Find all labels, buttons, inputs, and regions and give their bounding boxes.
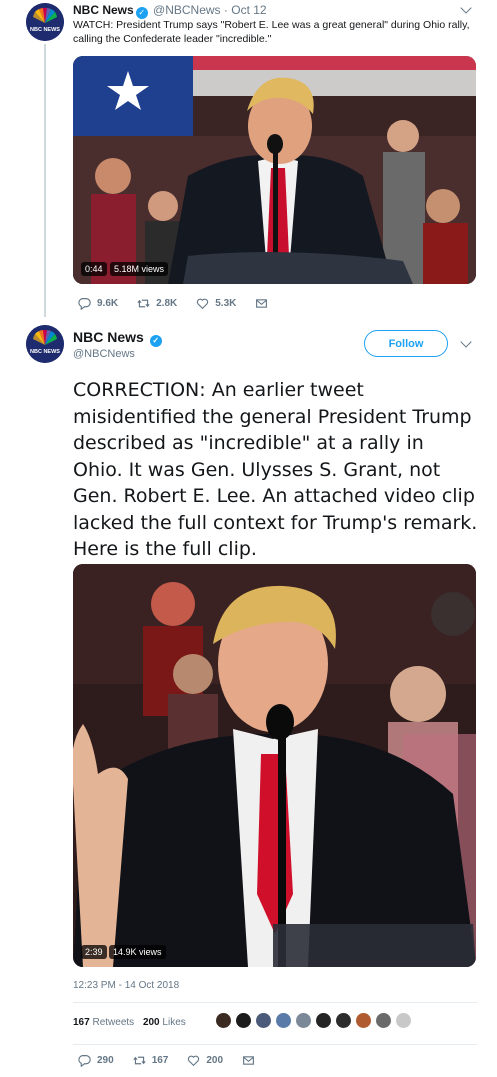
reply-icon bbox=[78, 1055, 91, 1067]
liker-avatar[interactable] bbox=[255, 1012, 272, 1029]
tweet-actions: 9.6K 2.8K 5.3K bbox=[78, 297, 293, 310]
liker-avatar[interactable] bbox=[235, 1012, 252, 1029]
tweet-date[interactable]: · Oct 12 bbox=[224, 3, 267, 17]
retweet-button[interactable]: 2.8K bbox=[137, 297, 177, 310]
video-duration: 2:39 bbox=[81, 945, 107, 959]
reply-button[interactable]: 9.6K bbox=[78, 297, 118, 310]
retweet-icon bbox=[133, 1056, 146, 1065]
video-views: 14.9K views bbox=[109, 945, 166, 959]
chevron-down-icon[interactable] bbox=[460, 2, 472, 14]
follow-button[interactable]: Follow bbox=[364, 330, 448, 357]
nbc-peacock-logo bbox=[26, 3, 64, 41]
engagement-stats: 167 Retweets 200 Likes bbox=[73, 1017, 186, 1028]
tweet-header: NBC News ✓ @NBCNews · Oct 12 bbox=[73, 3, 267, 19]
video-player[interactable]: 2:39 14.9K views bbox=[73, 564, 476, 967]
verified-badge-icon: ✓ bbox=[149, 335, 162, 347]
reply-count: 290 bbox=[97, 1055, 114, 1066]
message-button[interactable] bbox=[242, 1054, 261, 1067]
like-count: 5.3K bbox=[215, 298, 237, 309]
likes-label: Likes bbox=[162, 1017, 186, 1028]
tweet-timestamp[interactable]: 12:23 PM - 14 Oct 2018 bbox=[73, 980, 179, 991]
author-handle[interactable]: @NBCNews bbox=[73, 348, 135, 360]
like-count: 200 bbox=[206, 1055, 224, 1066]
liker-avatar[interactable] bbox=[355, 1012, 372, 1029]
liker-avatars bbox=[215, 1012, 415, 1029]
chevron-down-icon[interactable] bbox=[460, 336, 472, 348]
like-icon bbox=[188, 1055, 200, 1067]
video-thumbnail bbox=[73, 56, 476, 284]
message-icon bbox=[256, 299, 268, 308]
reply-count: 9.6K bbox=[97, 298, 119, 309]
likes-stat[interactable]: 200 Likes bbox=[143, 1017, 186, 1028]
liker-avatar[interactable] bbox=[275, 1012, 292, 1029]
likes-count: 200 bbox=[142, 1017, 160, 1028]
avatar[interactable] bbox=[26, 325, 64, 363]
retweets-stat[interactable]: 167 Retweets bbox=[73, 1017, 134, 1028]
retweet-count: 167 bbox=[151, 1055, 169, 1066]
liker-avatar[interactable] bbox=[375, 1012, 392, 1029]
avatar[interactable] bbox=[26, 3, 64, 41]
retweets-count: 167 bbox=[73, 1017, 90, 1028]
tweet-actions: 290 167 200 bbox=[78, 1054, 280, 1067]
liker-avatar[interactable] bbox=[335, 1012, 352, 1029]
tweet-text: CORRECTION: An earlier tweet misidentifi… bbox=[73, 379, 478, 560]
main-tweet[interactable]: NBC News ✓ @NBCNews Follow CORRECTION: A… bbox=[0, 318, 497, 1077]
author-name[interactable]: NBC News bbox=[73, 329, 144, 345]
author-name-row[interactable]: NBC News ✓ bbox=[73, 329, 164, 347]
retweets-label: Retweets bbox=[92, 1017, 135, 1028]
message-button[interactable] bbox=[255, 297, 274, 310]
video-thumbnail bbox=[73, 564, 476, 967]
liker-avatar[interactable] bbox=[215, 1012, 232, 1029]
video-player[interactable]: 0:44 5.18M views bbox=[73, 56, 476, 284]
tweet-text: WATCH: President Trump says "Robert E. L… bbox=[73, 19, 470, 45]
video-views: 5.18M views bbox=[110, 262, 169, 276]
liker-avatar[interactable] bbox=[315, 1012, 332, 1029]
divider bbox=[73, 1002, 477, 1003]
reply-icon bbox=[78, 298, 91, 310]
video-duration: 0:44 bbox=[81, 262, 107, 276]
liker-avatar[interactable] bbox=[295, 1012, 312, 1029]
reply-button[interactable]: 290 bbox=[78, 1054, 114, 1067]
retweet-count: 2.8K bbox=[156, 298, 178, 309]
quoted-tweet[interactable]: NBC News ✓ @NBCNews · Oct 12 WATCH: Presi… bbox=[0, 0, 497, 320]
message-icon bbox=[243, 1056, 255, 1065]
like-icon bbox=[197, 298, 209, 310]
divider bbox=[73, 1044, 477, 1045]
nbc-peacock-logo bbox=[26, 325, 64, 363]
like-button[interactable]: 5.3K bbox=[196, 297, 236, 310]
liker-avatar[interactable] bbox=[395, 1012, 412, 1029]
retweet-button[interactable]: 167 bbox=[133, 1054, 169, 1067]
author-handle[interactable]: @NBCNews bbox=[153, 3, 221, 17]
retweet-icon bbox=[137, 299, 150, 308]
author-name[interactable]: NBC News bbox=[73, 3, 134, 17]
like-button[interactable]: 200 bbox=[187, 1054, 223, 1067]
